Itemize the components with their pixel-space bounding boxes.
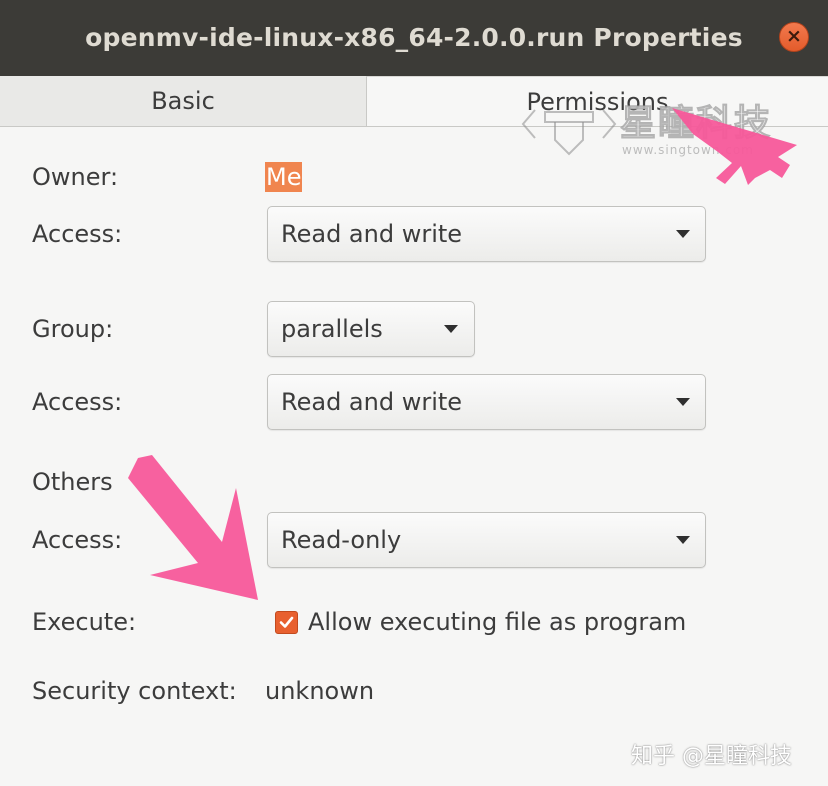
others-access-value: Read-only — [281, 526, 402, 554]
execute-label: Execute: — [32, 608, 137, 636]
checkmark-icon — [279, 616, 294, 628]
annotation-arrow-execute — [128, 455, 258, 600]
owner-label: Owner: — [32, 163, 119, 191]
group-dropdown[interactable]: parallels — [267, 301, 475, 357]
security-context-value: unknown — [265, 677, 375, 705]
close-icon[interactable]: × — [780, 23, 808, 51]
group-access-label: Access: — [32, 388, 123, 416]
execute-checkbox-label[interactable]: Allow executing file as program — [308, 607, 686, 637]
chevron-down-icon — [676, 536, 690, 544]
group-value: parallels — [281, 315, 383, 343]
group-access-value: Read and write — [281, 388, 463, 416]
properties-window: openmv-ide-linux-x86_64-2.0.0.run Proper… — [0, 0, 828, 786]
others-label: Others — [32, 468, 113, 496]
execute-checkbox[interactable] — [275, 611, 298, 634]
tab-basic[interactable]: Basic — [0, 76, 366, 126]
others-access-label: Access: — [32, 526, 123, 554]
window-title: openmv-ide-linux-x86_64-2.0.0.run Proper… — [85, 23, 743, 52]
watermark-url: www.singtown.com — [622, 143, 754, 157]
watermark-brand: 星瞳科技 — [619, 103, 773, 145]
owner-access-label: Access: — [32, 220, 123, 248]
group-label: Group: — [32, 315, 114, 343]
security-context-label: Security context: — [32, 677, 237, 705]
chevron-down-icon — [444, 325, 458, 333]
owner-access-value: Read and write — [281, 220, 463, 248]
others-access-dropdown[interactable]: Read-only — [267, 512, 706, 568]
chevron-down-icon — [676, 398, 690, 406]
chevron-down-icon — [676, 230, 690, 238]
watermark-credit: 知乎 @星瞳科技 — [631, 744, 792, 769]
owner-value[interactable]: Me — [265, 162, 303, 192]
group-access-dropdown[interactable]: Read and write — [267, 374, 706, 430]
close-button[interactable]: × — [779, 22, 809, 52]
title-bar[interactable]: openmv-ide-linux-x86_64-2.0.0.run Proper… — [0, 0, 828, 76]
owner-access-dropdown[interactable]: Read and write — [267, 206, 706, 262]
